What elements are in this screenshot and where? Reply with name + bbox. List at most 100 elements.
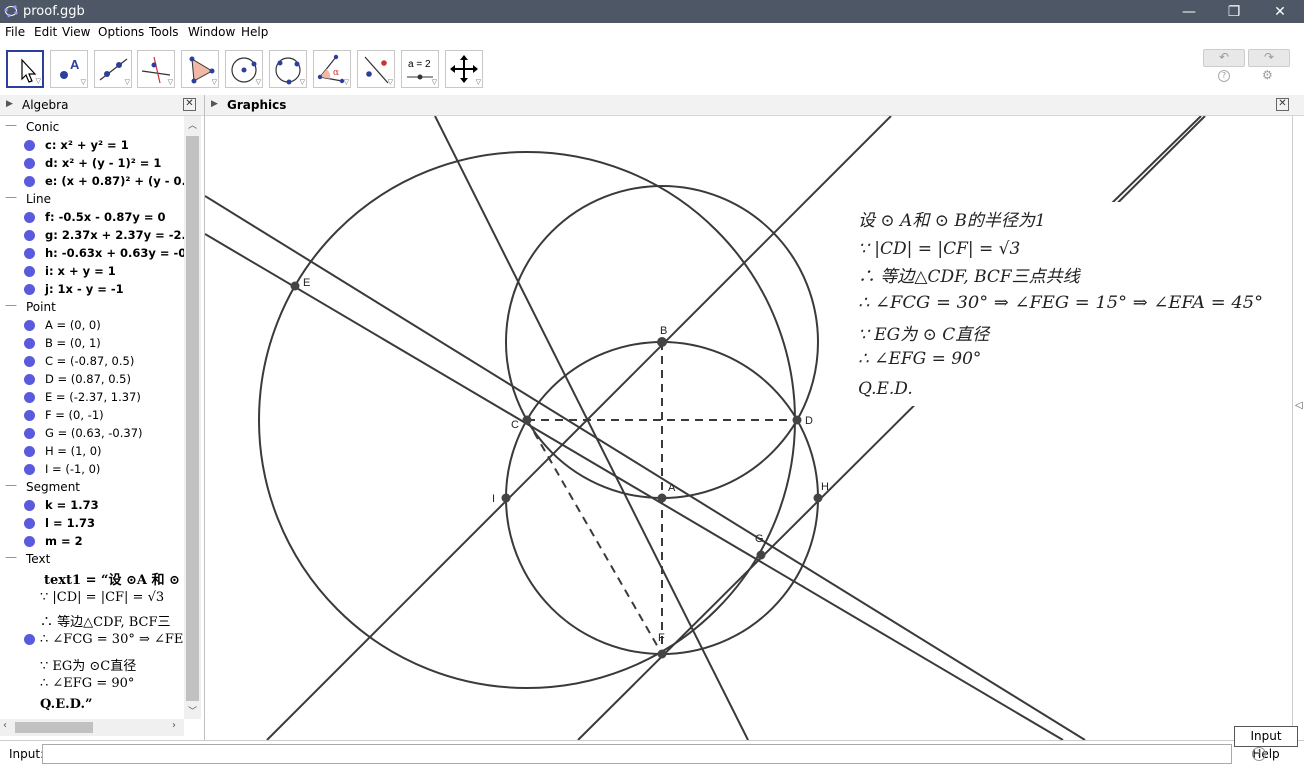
algebra-text-line[interactable]: ∴ ∠EFG = 90° — [40, 676, 134, 691]
algebra-item[interactable]: F = (0, -1) — [0, 406, 184, 424]
scroll-down-icon[interactable]: ﹀ — [188, 704, 197, 717]
visibility-toggle[interactable] — [24, 428, 35, 439]
visibility-toggle[interactable] — [24, 266, 35, 277]
input-help-icon[interactable]: ? — [1252, 747, 1266, 761]
menu-file[interactable]: File — [5, 25, 25, 39]
graphics-canvas[interactable]: A B C D E F G H I 设 ⊙ A和 ⊙ B的半径为1 ∵ |CD|… — [205, 116, 1292, 740]
move-graphics-view-tool-button[interactable]: ▽ — [445, 50, 483, 88]
algebra-item[interactable]: E = (-2.37, 1.37) — [0, 388, 184, 406]
visibility-toggle[interactable] — [24, 410, 35, 421]
algebra-item[interactable]: f: -0.5x - 0.87y = 0 — [0, 208, 184, 226]
algebra-item[interactable]: A = (0, 0) — [0, 316, 184, 334]
angle-tool-button[interactable]: α ▽ — [313, 50, 351, 88]
point-a[interactable] — [657, 493, 667, 503]
visibility-toggle[interactable] — [24, 176, 35, 187]
circle-center-point-tool-button[interactable]: ▽ — [225, 50, 263, 88]
minimize-button[interactable]: — — [1166, 0, 1212, 23]
side-panel-expand-icon[interactable]: ◁ — [1295, 400, 1303, 411]
algebra-item[interactable]: G = (0.63, -0.37) — [0, 424, 184, 442]
visibility-toggle[interactable] — [24, 634, 35, 645]
scrollbar-thumb[interactable] — [15, 722, 93, 733]
visibility-toggle[interactable] — [24, 284, 35, 295]
close-window-button[interactable]: ✕ — [1257, 0, 1303, 23]
geometry-construction[interactable]: A B C D E F G H I 设 ⊙ A和 ⊙ B的半径为1 ∵ |CD|… — [205, 116, 1292, 740]
side-panel-toggle-strip[interactable]: ◁ — [1292, 116, 1304, 740]
proof-line[interactable]: ∵ |CD| = |CF| = √3 — [858, 239, 1020, 259]
maximize-button[interactable]: ❐ — [1211, 0, 1257, 23]
graphics-panel-close-icon[interactable]: ✕ — [1276, 98, 1289, 111]
visibility-toggle[interactable] — [24, 374, 35, 385]
algebra-text-line[interactable]: text1 = “设 ⊙A 和 ⊙ — [44, 569, 180, 588]
polygon-tool-button[interactable]: ▽ — [181, 50, 219, 88]
line-i[interactable] — [434, 116, 749, 740]
circle-three-points-tool-button[interactable]: ▽ — [269, 50, 307, 88]
proof-line[interactable]: ∴ ∠FCG = 30° ⇒ ∠FEG = 15° ⇒ ∠EFA = 45° — [858, 293, 1263, 313]
algebra-item[interactable]: k = 1.73 — [0, 496, 184, 514]
visibility-toggle[interactable] — [24, 536, 35, 547]
visibility-toggle[interactable] — [24, 392, 35, 403]
menu-edit[interactable]: Edit — [34, 25, 57, 39]
menu-options[interactable]: Options — [98, 25, 144, 39]
visibility-toggle[interactable] — [24, 230, 35, 241]
segment-l[interactable] — [526, 419, 663, 655]
visibility-toggle[interactable] — [24, 518, 35, 529]
undo-button[interactable]: ↶ — [1203, 49, 1245, 67]
point-b[interactable] — [657, 337, 667, 347]
visibility-toggle[interactable] — [24, 248, 35, 259]
algebra-item[interactable]: C = (-0.87, 0.5) — [0, 352, 184, 370]
scroll-up-icon[interactable]: ︿ — [188, 118, 197, 131]
visibility-toggle[interactable] — [24, 338, 35, 349]
visibility-toggle[interactable] — [24, 446, 35, 457]
algebra-item[interactable]: g: 2.37x + 2.37y = -2.37 — [0, 226, 184, 244]
settings-icon[interactable]: ⚙ — [1262, 68, 1273, 82]
scrollbar-thumb[interactable] — [186, 136, 199, 701]
algebra-horizontal-scrollbar[interactable]: ‹ › — [0, 719, 184, 736]
algebra-item[interactable]: h: -0.63x + 0.63y = -0.63 — [0, 244, 184, 262]
menu-window[interactable]: Window — [188, 25, 235, 39]
proof-line[interactable]: 设 ⊙ A和 ⊙ B的半径为1 — [858, 211, 1046, 231]
algebra-vertical-scrollbar[interactable]: ︿ ﹀ — [184, 116, 201, 719]
slider-tool-button[interactable]: a = 2 ▽ — [401, 50, 439, 88]
visibility-toggle[interactable] — [24, 356, 35, 367]
proof-line[interactable]: ∴ 等边△CDF, BCF三点共线 — [858, 267, 1082, 287]
graphics-panel-expand-icon[interactable]: ▶ — [211, 99, 218, 109]
proof-line[interactable]: ∴ ∠EFG = 90° — [858, 349, 981, 369]
point-f[interactable] — [657, 649, 667, 659]
algebra-item[interactable]: I = (-1, 0) — [0, 460, 184, 478]
point-h[interactable] — [813, 493, 823, 503]
algebra-item[interactable]: i: x + y = 1 — [0, 262, 184, 280]
visibility-toggle[interactable] — [24, 140, 35, 151]
point-tool-button[interactable]: A ▽ — [50, 50, 88, 88]
algebra-text-line[interactable]: ∴ ∠FCG = 30° ⇒ ∠FE — [40, 632, 183, 647]
input-field[interactable] — [42, 744, 1232, 764]
redo-button[interactable]: ↷ — [1248, 49, 1290, 67]
point-e[interactable] — [290, 281, 300, 291]
algebra-item[interactable]: m = 2 — [0, 532, 184, 550]
algebra-item[interactable]: H = (1, 0) — [0, 442, 184, 460]
visibility-toggle[interactable] — [24, 464, 35, 475]
menu-tools[interactable]: Tools — [149, 25, 179, 39]
point-c[interactable] — [522, 415, 532, 425]
point-g[interactable] — [756, 550, 766, 560]
proof-line[interactable]: ∵ EG为 ⊙ C直径 — [858, 325, 991, 345]
algebra-item[interactable]: j: 1x - y = -1 — [0, 280, 184, 298]
line-tool-button[interactable]: ▽ — [94, 50, 132, 88]
algebra-text-line[interactable]: ∵ EG为 ⊙C直径 — [40, 655, 136, 674]
visibility-toggle[interactable] — [24, 320, 35, 331]
perpendicular-line-tool-button[interactable]: ▽ — [137, 50, 175, 88]
algebra-item[interactable]: D = (0.87, 0.5) — [0, 370, 184, 388]
algebra-item[interactable]: c: x² + y² = 1 — [0, 136, 184, 154]
algebra-text-line[interactable]: ∴ 等边△CDF, BCF三 — [40, 611, 171, 630]
line-extra[interactable] — [1111, 116, 1202, 204]
algebra-panel-close-icon[interactable]: ✕ — [183, 98, 196, 111]
point-i[interactable] — [501, 493, 511, 503]
reflect-tool-button[interactable]: ▽ — [357, 50, 395, 88]
help-icon[interactable]: ? — [1218, 70, 1230, 82]
visibility-toggle[interactable] — [24, 158, 35, 169]
move-tool-button[interactable]: ▽ — [6, 50, 44, 88]
algebra-item[interactable]: l = 1.73 — [0, 514, 184, 532]
scroll-right-icon[interactable]: › — [172, 720, 176, 731]
algebra-item[interactable]: e: (x + 0.87)² + (y - 0.5)² = — [0, 172, 184, 190]
algebra-text-line[interactable]: Q.E.D.” — [40, 697, 92, 712]
input-help-tooltip[interactable]: Input Help — [1234, 726, 1298, 761]
